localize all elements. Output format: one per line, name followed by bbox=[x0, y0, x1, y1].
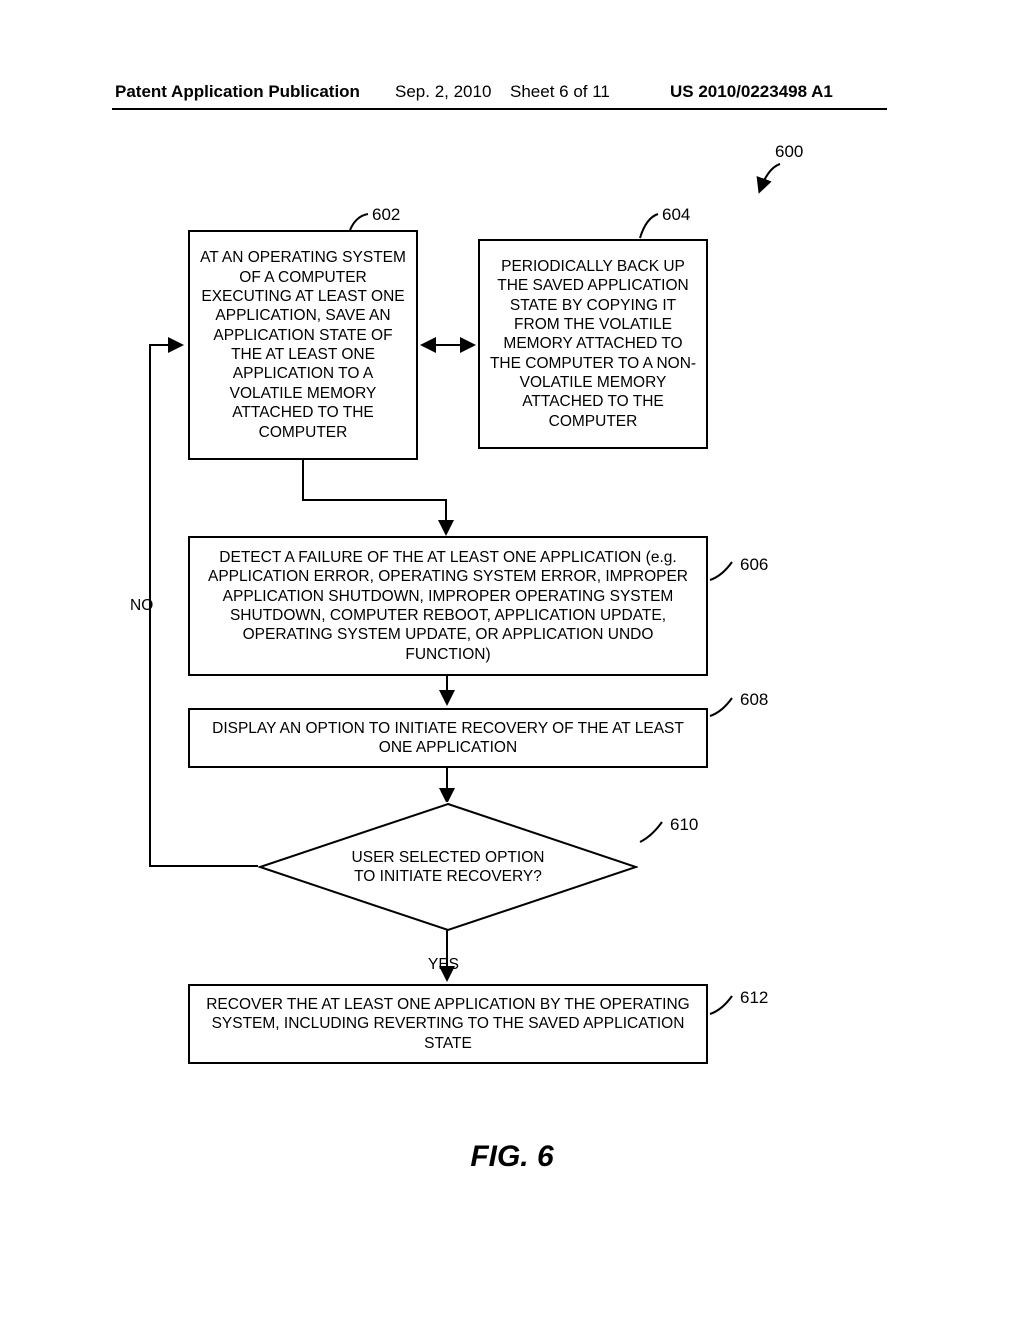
leader-608 bbox=[708, 696, 738, 720]
header-date: Sep. 2, 2010 bbox=[395, 82, 491, 102]
ref-604: 604 bbox=[662, 205, 690, 225]
leader-610 bbox=[638, 820, 668, 846]
ref-608: 608 bbox=[740, 690, 768, 710]
arrow-606-608 bbox=[440, 676, 454, 710]
ref-610: 610 bbox=[670, 815, 698, 835]
branch-yes: YES bbox=[428, 956, 459, 974]
arrow-602-606 bbox=[296, 460, 596, 540]
leader-600 bbox=[750, 160, 800, 200]
decision-610: USER SELECTED OPTIONTO INITIATE RECOVERY… bbox=[258, 802, 638, 932]
ref-600: 600 bbox=[775, 142, 803, 162]
arrow-no-loop bbox=[140, 338, 280, 878]
leader-602 bbox=[346, 210, 372, 234]
ref-606: 606 bbox=[740, 555, 768, 575]
decision-610-text: USER SELECTED OPTIONTO INITIATE RECOVERY… bbox=[258, 848, 638, 887]
step-612: RECOVER THE AT LEAST ONE APPLICATION BY … bbox=[188, 984, 708, 1064]
page: Patent Application Publication Sep. 2, 2… bbox=[0, 0, 1024, 1320]
step-604-text: PERIODICALLY BACK UP THE SAVED APPLICATI… bbox=[488, 257, 698, 431]
arrow-602-604 bbox=[418, 338, 478, 352]
step-604: PERIODICALLY BACK UP THE SAVED APPLICATI… bbox=[478, 239, 708, 449]
figure-label: FIG. 6 bbox=[0, 1140, 1024, 1174]
leader-612 bbox=[708, 994, 738, 1018]
step-612-text: RECOVER THE AT LEAST ONE APPLICATION BY … bbox=[198, 995, 698, 1053]
branch-no: NO bbox=[130, 597, 153, 615]
ref-602: 602 bbox=[372, 205, 400, 225]
header-publication: Patent Application Publication bbox=[115, 82, 360, 102]
leader-604 bbox=[636, 210, 662, 240]
header-sheet: Sheet 6 of 11 bbox=[510, 82, 610, 102]
leader-606 bbox=[708, 560, 738, 584]
header-rule bbox=[112, 108, 887, 110]
ref-612: 612 bbox=[740, 988, 768, 1008]
header-number: US 2010/0223498 A1 bbox=[670, 82, 833, 102]
